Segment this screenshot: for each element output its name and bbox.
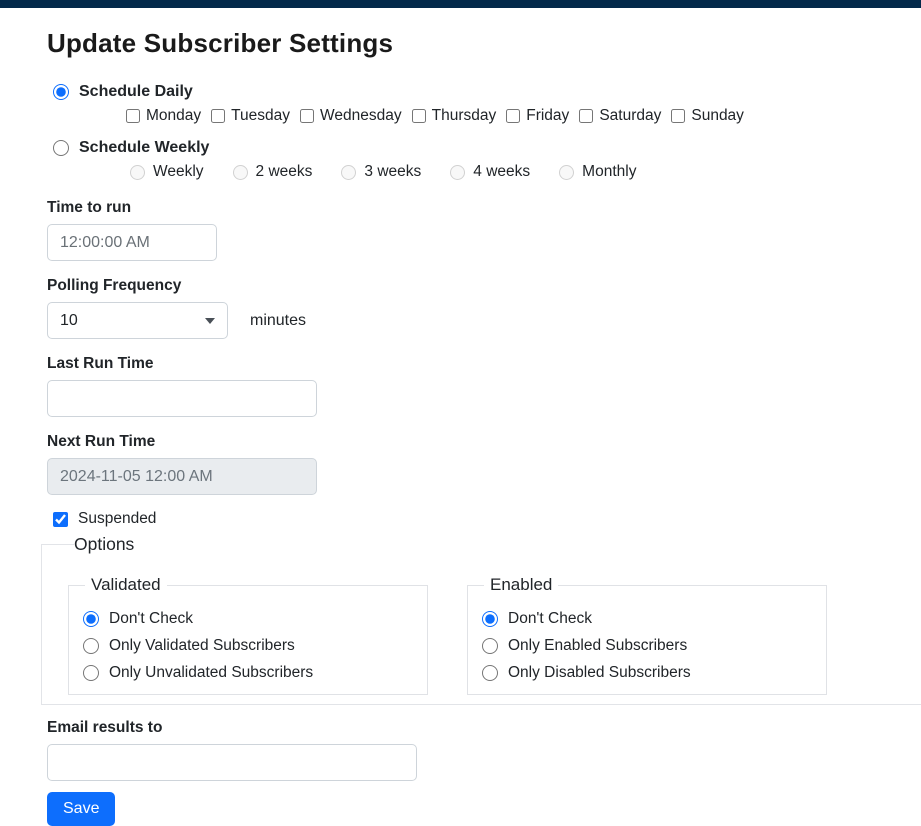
interval-item: Weekly <box>130 163 204 181</box>
polling-frequency-row: 10 minutes <box>47 302 921 339</box>
last-run-time-input[interactable] <box>47 380 317 417</box>
day-friday-label: Friday <box>526 107 569 125</box>
interval-3weeks-label: 3 weeks <box>364 163 421 181</box>
day-monday-label: Monday <box>146 107 201 125</box>
validated-option-row: Only Validated Subscribers <box>83 637 427 655</box>
day-item: Monday <box>126 107 201 125</box>
enabled-option-row: Don't Check <box>482 610 826 628</box>
validated-fieldset: Validated Don't Check Only Validated Sub… <box>68 575 428 695</box>
interval-2weeks-label: 2 weeks <box>256 163 313 181</box>
time-to-run-input[interactable] <box>47 224 217 261</box>
polling-frequency-value: 10 <box>60 312 78 330</box>
schedule-weekly-row: Schedule Weekly <box>53 139 921 157</box>
interval-weekly-radio[interactable] <box>130 165 145 180</box>
schedule-weekly-radio[interactable] <box>53 140 69 156</box>
enabled-option-row: Only Disabled Subscribers <box>482 664 826 682</box>
interval-2weeks-radio[interactable] <box>233 165 248 180</box>
schedule-weekly-label: Schedule Weekly <box>79 139 209 157</box>
weekly-interval-row: Weekly 2 weeks 3 weeks 4 weeks Monthly <box>130 163 921 181</box>
day-item: Thursday <box>412 107 497 125</box>
settings-form: Update Subscriber Settings Schedule Dail… <box>0 8 921 826</box>
enabled-legend: Enabled <box>484 575 558 595</box>
next-run-time-label: Next Run Time <box>47 433 921 451</box>
chevron-down-icon <box>205 318 215 324</box>
interval-monthly-label: Monthly <box>582 163 636 181</box>
day-saturday-checkbox[interactable] <box>579 109 593 123</box>
schedule-daily-radio[interactable] <box>53 84 69 100</box>
validated-option-row: Don't Check <box>83 610 427 628</box>
last-run-time-label: Last Run Time <box>47 355 921 373</box>
next-run-time-input <box>47 458 317 495</box>
top-bar <box>0 0 921 8</box>
day-wednesday-label: Wednesday <box>320 107 402 125</box>
day-tuesday-label: Tuesday <box>231 107 290 125</box>
only-validated-radio[interactable] <box>83 638 99 654</box>
polling-frequency-label: Polling Frequency <box>47 277 921 295</box>
day-item: Sunday <box>671 107 744 125</box>
validated-dont-check-radio[interactable] <box>83 611 99 627</box>
only-validated-label: Only Validated Subscribers <box>109 637 295 655</box>
interval-4weeks-radio[interactable] <box>450 165 465 180</box>
time-to-run-label: Time to run <box>47 199 921 217</box>
day-item: Tuesday <box>211 107 290 125</box>
interval-weekly-label: Weekly <box>153 163 204 181</box>
polling-frequency-select[interactable]: 10 <box>47 302 228 339</box>
validated-dont-check-label: Don't Check <box>109 610 193 628</box>
only-disabled-label: Only Disabled Subscribers <box>508 664 691 682</box>
only-disabled-radio[interactable] <box>482 665 498 681</box>
day-saturday-label: Saturday <box>599 107 661 125</box>
polling-unit-label: minutes <box>250 312 306 330</box>
interval-4weeks-label: 4 weeks <box>473 163 530 181</box>
page-title: Update Subscriber Settings <box>47 28 921 59</box>
suspended-label: Suspended <box>78 510 156 528</box>
suspended-row: Suspended <box>53 510 921 528</box>
interval-item: 3 weeks <box>341 163 421 181</box>
email-results-label: Email results to <box>47 719 921 737</box>
enabled-option-row: Only Enabled Subscribers <box>482 637 826 655</box>
validated-option-row: Only Unvalidated Subscribers <box>83 664 427 682</box>
day-friday-checkbox[interactable] <box>506 109 520 123</box>
enabled-fieldset: Enabled Don't Check Only Enabled Subscri… <box>467 575 827 695</box>
day-thursday-label: Thursday <box>432 107 497 125</box>
schedule-daily-row: Schedule Daily <box>53 83 921 101</box>
schedule-daily-label: Schedule Daily <box>79 83 193 101</box>
only-enabled-radio[interactable] <box>482 638 498 654</box>
day-checkbox-row: Monday Tuesday Wednesday Thursday Friday… <box>126 107 921 125</box>
options-legend: Options <box>74 534 921 555</box>
interval-item: 2 weeks <box>233 163 313 181</box>
options-fieldset: Options Validated Don't Check Only Valid… <box>41 534 921 705</box>
interval-3weeks-radio[interactable] <box>341 165 356 180</box>
day-sunday-checkbox[interactable] <box>671 109 685 123</box>
interval-item: Monthly <box>559 163 636 181</box>
only-unvalidated-radio[interactable] <box>83 665 99 681</box>
interval-monthly-radio[interactable] <box>559 165 574 180</box>
day-wednesday-checkbox[interactable] <box>300 109 314 123</box>
only-enabled-label: Only Enabled Subscribers <box>508 637 687 655</box>
only-unvalidated-label: Only Unvalidated Subscribers <box>109 664 313 682</box>
day-monday-checkbox[interactable] <box>126 109 140 123</box>
validated-legend: Validated <box>85 575 167 595</box>
options-columns: Validated Don't Check Only Validated Sub… <box>68 575 921 695</box>
day-tuesday-checkbox[interactable] <box>211 109 225 123</box>
interval-item: 4 weeks <box>450 163 530 181</box>
day-item: Saturday <box>579 107 661 125</box>
day-item: Wednesday <box>300 107 402 125</box>
enabled-dont-check-label: Don't Check <box>508 610 592 628</box>
day-item: Friday <box>506 107 569 125</box>
day-thursday-checkbox[interactable] <box>412 109 426 123</box>
email-results-input[interactable] <box>47 744 417 781</box>
enabled-dont-check-radio[interactable] <box>482 611 498 627</box>
suspended-checkbox[interactable] <box>53 512 68 527</box>
save-button[interactable]: Save <box>47 792 115 826</box>
day-sunday-label: Sunday <box>691 107 744 125</box>
